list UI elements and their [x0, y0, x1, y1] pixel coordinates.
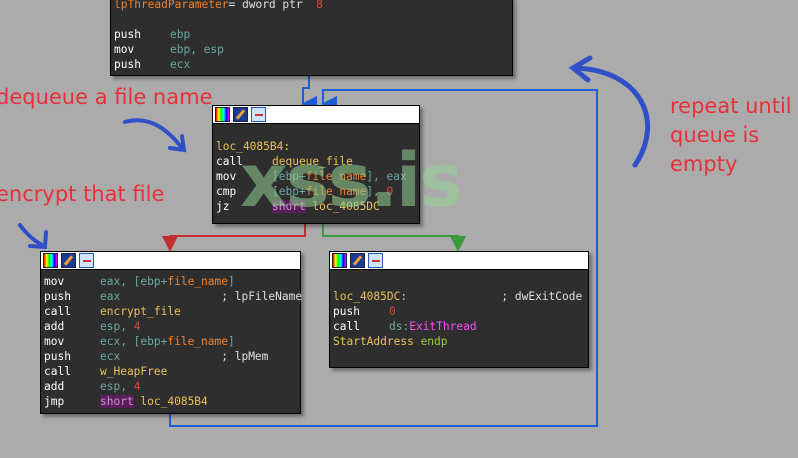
annotation-repeat: repeat until queue is empty: [670, 92, 792, 179]
operand[interactable]: file_name: [167, 275, 228, 288]
hand-arrow-dequeue: [123, 118, 187, 153]
code-line[interactable]: [114, 12, 509, 27]
code-line[interactable]: mov ecx, [ebp+file_name]: [44, 334, 297, 349]
code-line[interactable]: add esp, 4: [44, 319, 297, 334]
code-line[interactable]: push ebp: [114, 27, 509, 42]
operand[interactable]: encrypt_file: [100, 305, 181, 318]
mnemonic[interactable]: jmp: [44, 394, 100, 409]
color-palette-icon[interactable]: [215, 107, 230, 122]
code-line[interactable]: loc_4085DC: ; dwExitCode: [333, 289, 585, 304]
mnemonic[interactable]: mov: [44, 334, 100, 349]
code-line[interactable]: push eax ; lpFileName: [44, 289, 302, 304]
annotation-dequeue: dequeue a file name: [0, 85, 213, 109]
operand[interactable]: 8: [316, 0, 323, 11]
code-line[interactable]: push ecx ; lpMem: [44, 349, 297, 364]
operand[interactable]: eax: [100, 290, 221, 303]
block-code: mov eax, [ebp+file_name] push eax ; lpFileN…: [41, 274, 302, 409]
color-palette-icon[interactable]: [43, 253, 58, 268]
operand[interactable]: ; lpMem: [221, 350, 268, 363]
block-prologue[interactable]: lpThreadParameter= dword ptr 8 push ebp mov…: [110, 0, 513, 76]
operand[interactable]: w_HeapFree: [100, 365, 167, 378]
operand[interactable]: ebp, esp: [170, 43, 224, 56]
code-line[interactable]: [333, 274, 585, 289]
operand[interactable]: 4: [134, 320, 141, 333]
operand[interactable]: ]: [228, 335, 235, 348]
hand-arrow-repeat: [568, 55, 651, 168]
mnemonic[interactable]: mov: [114, 42, 170, 57]
mnemonic[interactable]: push: [114, 57, 170, 72]
operand[interactable]: endp: [421, 335, 448, 348]
operand[interactable]: esp,: [100, 320, 134, 333]
block-loc-4085DC[interactable]: loc_4085DC: ; dwExitCode push 0 call ds:Exit…: [329, 251, 589, 368]
code-line[interactable]: call encrypt_file: [44, 304, 297, 319]
mnemonic[interactable]: push: [114, 27, 170, 42]
operand[interactable]: ecx: [170, 58, 190, 71]
color-palette-icon[interactable]: [332, 253, 347, 268]
mnemonic[interactable]: push: [44, 289, 100, 304]
operand[interactable]: ds:: [389, 320, 409, 333]
code-line[interactable]: call ds:ExitThread: [333, 319, 585, 334]
annotation-repeat-line3: empty: [670, 152, 738, 176]
operand[interactable]: loc_4085B4: [134, 395, 207, 408]
operand[interactable]: eax, [ebp+: [100, 275, 167, 288]
operand[interactable]: 4: [134, 380, 141, 393]
operand[interactable]: short: [100, 395, 134, 408]
graph-list-icon[interactable]: [79, 253, 94, 268]
graph-list-icon[interactable]: [251, 107, 266, 122]
code-line[interactable]: call w_HeapFree: [44, 364, 297, 379]
operand[interactable]: ebp: [170, 28, 190, 41]
operand[interactable]: ExitThread: [409, 320, 476, 333]
operand[interactable]: = dword ptr: [229, 0, 317, 11]
mnemonic[interactable]: push: [333, 304, 389, 319]
annotation-repeat-line2: queue is: [670, 123, 760, 147]
graph-list-icon[interactable]: [368, 253, 383, 268]
operand[interactable]: lpThreadParameter: [114, 0, 229, 11]
block-code: lpThreadParameter= dword ptr 8 push ebp mov…: [111, 0, 512, 72]
operand[interactable]: ecx: [100, 350, 221, 363]
watermark: xss.is: [240, 138, 463, 224]
code-line[interactable]: lpThreadParameter= dword ptr 8: [114, 0, 509, 12]
mnemonic[interactable]: call: [333, 319, 389, 334]
annotation-encrypt: encrypt that file: [0, 182, 165, 206]
edit-icon[interactable]: [61, 253, 76, 268]
code-line[interactable]: [216, 124, 416, 139]
code-line[interactable]: jmp short loc_4085B4: [44, 394, 297, 409]
block-header: [330, 252, 588, 270]
mnemonic[interactable]: call: [44, 364, 100, 379]
mnemonic[interactable]: add: [44, 379, 100, 394]
edit-icon[interactable]: [350, 253, 365, 268]
code-line[interactable]: mov eax, [ebp+file_name]: [44, 274, 297, 289]
code-line[interactable]: mov ebp, esp: [114, 42, 509, 57]
mnemonic[interactable]: call: [44, 304, 100, 319]
edit-icon[interactable]: [233, 107, 248, 122]
code-line[interactable]: add esp, 4: [44, 379, 297, 394]
block-encrypt[interactable]: mov eax, [ebp+file_name] push eax ; lpFileN…: [40, 251, 302, 414]
annotation-repeat-line1: repeat until: [670, 94, 792, 118]
edge-true: [322, 223, 466, 252]
operand[interactable]: 0: [389, 305, 396, 318]
edge-false: [162, 223, 306, 252]
block-header: [41, 252, 300, 270]
operand[interactable]: ecx, [ebp+: [100, 335, 167, 348]
operand[interactable]: esp,: [100, 380, 134, 393]
mnemonic[interactable]: push: [44, 349, 100, 364]
operand[interactable]: StartAddress: [333, 335, 421, 348]
code-line[interactable]: push ecx: [114, 57, 509, 72]
edge-top-to-loop: [301, 75, 317, 112]
code-line[interactable]: push 0: [333, 304, 585, 319]
mnemonic[interactable]: add: [44, 319, 100, 334]
mnemonic[interactable]: mov: [44, 274, 100, 289]
operand[interactable]: ; lpFileName: [221, 290, 302, 303]
code-line[interactable]: StartAddress endp: [333, 334, 585, 349]
operand[interactable]: file_name: [167, 335, 228, 348]
operand[interactable]: loc_4085DC:: [333, 290, 407, 303]
block-code: loc_4085DC: ; dwExitCode push 0 call ds:Exit…: [330, 274, 588, 349]
operand[interactable]: ; dwExitCode: [407, 290, 582, 303]
hand-arrow-encrypt: [18, 223, 48, 250]
operand[interactable]: ]: [228, 275, 235, 288]
